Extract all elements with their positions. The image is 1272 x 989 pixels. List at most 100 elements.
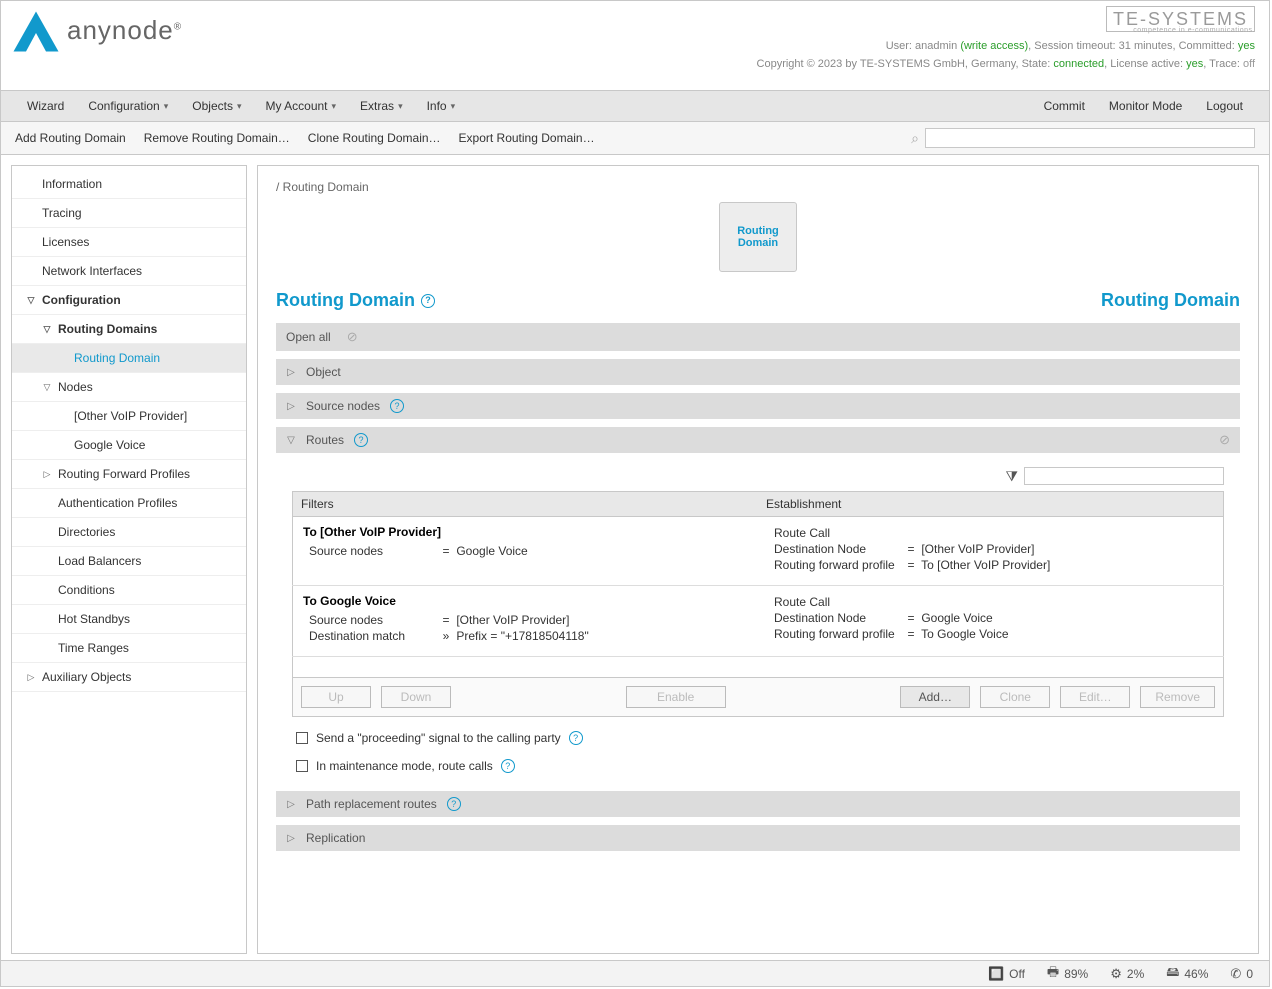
enable-button[interactable]: Enable [626,686,726,708]
breadcrumb: / Routing Domain [276,180,1240,194]
add-button[interactable]: Add… [900,686,970,708]
logo-icon [11,9,61,59]
remove-button[interactable]: Remove [1140,686,1215,708]
help-icon[interactable]: ? [447,797,461,811]
sidebar-item-information[interactable]: Information [12,170,246,199]
checkbox-icon[interactable] [296,760,308,772]
sidebar-item-configuration[interactable]: ▽Configuration [12,286,246,315]
sidebar-item-routing-domains[interactable]: ▽Routing Domains [12,315,246,344]
status-calls: ✆0 [1230,966,1253,982]
sidebar-item-auxiliary-objects[interactable]: ▷Auxiliary Objects [12,663,246,692]
panel-replication[interactable]: ▷ Replication [276,825,1240,851]
cb-maintenance-label: In maintenance mode, route calls [316,759,493,773]
menu-logout[interactable]: Logout [1194,91,1255,121]
chevron-down-icon: ▽ [42,324,52,335]
cb-maintenance-row[interactable]: In maintenance mode, route calls ? [296,759,1224,773]
status-cpu: ⚙2% [1110,966,1144,982]
table-row[interactable]: To [Other VoIP Provider] Source nodes= G… [293,517,1224,586]
down-button[interactable]: Down [381,686,451,708]
routes-body: ⧩ Filters Establishment To [Other VoIP [276,453,1240,783]
clone-button[interactable]: Clone [980,686,1050,708]
table-row[interactable]: To Google Voice Source nodes= [Other VoI… [293,586,1224,657]
tb-remove-routing-domain[interactable]: Remove Routing Domain… [144,131,290,145]
menu-info[interactable]: Info [415,91,468,121]
help-icon[interactable]: ? [390,399,404,413]
menu-my-account[interactable]: My Account [253,91,348,121]
sidebar-item-load-balancers[interactable]: Load Balancers [12,547,246,576]
sidebar-item-tracing[interactable]: Tracing [12,199,246,228]
panel-path-replacement-routes[interactable]: ▷ Path replacement routes ? [276,791,1240,817]
route-est-call: Route Call [768,594,1213,610]
sidebar-item-routing-forward-profiles[interactable]: ▷Routing Forward Profiles [12,460,246,489]
sidebar-item-licenses[interactable]: Licenses [12,228,246,257]
sidebar-item-time-ranges[interactable]: Time Ranges [12,634,246,663]
sidebar-item-authentication-profiles[interactable]: Authentication Profiles [12,489,246,518]
session-line: User: anadmin (write access), Session ti… [757,40,1255,52]
routes-filter-input[interactable] [1024,467,1224,485]
route-title: To Google Voice [303,594,748,608]
search-input[interactable] [925,128,1255,148]
sidebar-item-directories[interactable]: Directories [12,518,246,547]
sidebar-item-conditions[interactable]: Conditions [12,576,246,605]
col-establishment: Establishment [758,492,1224,517]
chevron-right-icon: ▷ [286,401,296,412]
tb-add-routing-domain[interactable]: Add Routing Domain [15,131,126,145]
menu-wizard[interactable]: Wizard [15,91,76,121]
chevron-down-icon: ▽ [286,435,296,446]
tb-clone-routing-domain[interactable]: Clone Routing Domain… [308,131,441,145]
filter-icon[interactable]: ⧩ [1006,468,1019,485]
help-icon[interactable]: ? [501,759,515,773]
sidebar-item-routing-domain[interactable]: Routing Domain [12,344,246,373]
printer-icon: 🖶 [1047,963,1059,985]
help-icon[interactable]: ? [421,294,435,308]
panel-source-nodes[interactable]: ▷ Source nodes ? [276,393,1240,419]
sidebar-item-nodes[interactable]: ▽Nodes [12,373,246,402]
body: Information Tracing Licenses Network Int… [1,155,1269,960]
battery-icon: 🔲 [988,966,1004,982]
col-filters: Filters [293,492,759,517]
menu-monitor-mode[interactable]: Monitor Mode [1097,91,1194,121]
status-storage: 🖴46% [1166,963,1208,985]
menu-configuration[interactable]: Configuration [76,91,180,121]
brand-right: TE-SYSTEMS competence in e-communication… [757,9,1255,86]
chevron-down-icon: ▽ [26,295,36,306]
routing-domain-block: RoutingDomain [276,202,1240,272]
storage-icon: 🖴 [1166,963,1179,985]
menu-commit[interactable]: Commit [1032,91,1097,121]
panel-object[interactable]: ▷ Object [276,359,1240,385]
routes-button-row: Up Down Enable Add… Clone Edit… Remove [292,678,1224,717]
blocked-icon: ⊘ [1219,432,1230,448]
routing-domain-box[interactable]: RoutingDomain [719,202,797,272]
panel-routes[interactable]: ▽ Routes ? ⊘ [276,427,1240,453]
cb-proceeding-row[interactable]: Send a "proceeding" signal to the callin… [296,731,1224,745]
panel-open-all[interactable]: Open all ⊘ [276,323,1240,351]
chevron-right-icon: ▷ [42,469,52,480]
route-est-rfp: Routing forward profile= To [Other VoIP … [768,557,1213,573]
sidebar-item-hot-standbys[interactable]: Hot Standbys [12,605,246,634]
menu-extras[interactable]: Extras [348,91,415,121]
copyright-line: Copyright © 2023 by TE-SYSTEMS GmbH, Ger… [757,58,1255,70]
help-icon[interactable]: ? [354,433,368,447]
cb-proceeding-label: Send a "proceeding" signal to the callin… [316,731,561,745]
cpu-icon: ⚙ [1110,966,1122,982]
help-icon[interactable]: ? [569,731,583,745]
table-row-empty [293,657,1224,678]
blocked-icon: ⊘ [347,329,358,345]
checkbox-icon[interactable] [296,732,308,744]
toolbar: Add Routing Domain Remove Routing Domain… [1,122,1269,155]
sidebar-item-network-interfaces[interactable]: Network Interfaces [12,257,246,286]
logo-text: anynode® [67,15,182,46]
phone-icon: ✆ [1230,966,1241,982]
up-button[interactable]: Up [301,686,371,708]
sidebar: Information Tracing Licenses Network Int… [11,165,247,954]
route-filter-source: Source nodes= Google Voice [303,543,748,559]
sidebar-item-google-voice[interactable]: Google Voice [12,431,246,460]
routes-table: Filters Establishment To [Other VoIP Pro… [292,491,1224,678]
main-menu: Wizard Configuration Objects My Account … [1,91,1269,122]
chevron-right-icon: ▷ [286,833,296,844]
menu-objects[interactable]: Objects [180,91,253,121]
edit-button[interactable]: Edit… [1060,686,1130,708]
route-est-dest: Destination Node= Google Voice [768,610,1213,626]
sidebar-item-other-voip[interactable]: [Other VoIP Provider] [12,402,246,431]
tb-export-routing-domain[interactable]: Export Routing Domain… [459,131,595,145]
